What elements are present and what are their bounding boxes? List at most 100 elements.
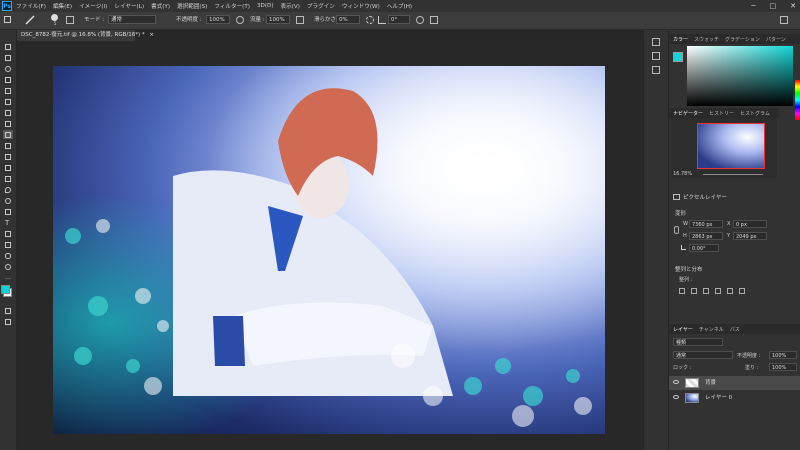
foreground-color-swatch[interactable] <box>1 285 10 294</box>
layer-kind-filter[interactable]: 種類 <box>673 338 723 346</box>
menu-edit[interactable]: 編集(E) <box>53 2 72 10</box>
fill-field[interactable]: 100% <box>769 363 797 371</box>
crop-tool-icon[interactable] <box>3 86 13 95</box>
tab-history[interactable]: ヒストリー <box>709 110 734 117</box>
zoom-tool-icon[interactable] <box>3 262 13 271</box>
layer-visibility-eye-icon[interactable] <box>673 380 679 384</box>
layer-visibility-eye-icon[interactable] <box>673 395 679 399</box>
adjustments-panel-icon[interactable] <box>652 66 660 74</box>
align-top-icon[interactable] <box>715 288 721 294</box>
menu-plugins[interactable]: プラグイン <box>307 2 335 10</box>
document-tab-close-icon[interactable]: × <box>149 32 154 38</box>
history-brush-tool-icon[interactable] <box>3 152 13 161</box>
pen-tool-icon[interactable] <box>3 207 13 216</box>
navigator-zoom-slider[interactable] <box>703 174 763 175</box>
pressure-size-icon[interactable] <box>416 16 424 24</box>
eyedropper-tool-icon[interactable] <box>3 108 13 117</box>
hand-tool-icon[interactable] <box>3 251 13 260</box>
x-field[interactable]: 0 px <box>733 220 767 228</box>
tab-histogram[interactable]: ヒストグラム <box>740 110 770 117</box>
brush-tool-preset-icon[interactable] <box>24 15 36 25</box>
lasso-tool-icon[interactable] <box>3 64 13 73</box>
tab-patterns[interactable]: パターン <box>766 36 786 43</box>
more-tools-icon[interactable]: … <box>3 273 13 282</box>
align-right-icon[interactable] <box>703 288 709 294</box>
brush-settings-icon[interactable] <box>66 16 74 24</box>
quick-select-tool-icon[interactable] <box>3 75 13 84</box>
navigator-zoom-value[interactable]: 16.78% <box>673 171 692 177</box>
layer-opacity-field[interactable]: 100% <box>769 351 797 359</box>
layer-name[interactable]: レイヤー 0 <box>705 391 732 405</box>
layer-blend-mode-select[interactable]: 通常 <box>673 351 733 359</box>
type-tool-icon[interactable]: T <box>3 218 13 227</box>
menu-view[interactable]: 表示(V) <box>281 2 300 10</box>
layer-name[interactable]: 背景 <box>705 376 716 390</box>
smoothing-gear-icon[interactable] <box>366 16 374 24</box>
mode-select[interactable]: 通常 <box>108 15 156 24</box>
align-left-icon[interactable] <box>679 288 685 294</box>
quick-mask-icon[interactable] <box>3 306 13 315</box>
clone-stamp-tool-icon[interactable] <box>3 141 13 150</box>
tab-layers[interactable]: レイヤー <box>673 326 693 333</box>
align-center-icon[interactable] <box>691 288 697 294</box>
marquee-tool-icon[interactable] <box>3 53 13 62</box>
minimize-button[interactable]: ─ <box>751 2 755 10</box>
angle-field[interactable]: 0.00° <box>689 244 719 252</box>
tab-color[interactable]: カラー <box>673 36 688 43</box>
foreground-color-chip[interactable] <box>673 52 683 62</box>
brush-size-picker[interactable]: 5 <box>48 14 62 27</box>
gradient-tool-icon[interactable] <box>3 174 13 183</box>
tab-channels[interactable]: チャンネル <box>699 326 724 333</box>
hue-strip[interactable] <box>795 80 800 120</box>
pressure-opacity-icon[interactable] <box>236 16 244 24</box>
menu-filter[interactable]: フィルター(T) <box>214 2 250 10</box>
maximize-button[interactable]: □ <box>770 2 777 10</box>
height-field[interactable]: 2863 px <box>689 232 723 240</box>
home-icon[interactable] <box>4 16 11 23</box>
document-tab[interactable]: DSC_8782-復元.tif @ 16.8% (背景, RGB/16*) * … <box>17 30 154 41</box>
menu-layer[interactable]: レイヤー(L) <box>114 2 144 10</box>
healing-brush-tool-icon[interactable] <box>3 119 13 128</box>
align-bottom-icon[interactable] <box>739 288 745 294</box>
airbrush-icon[interactable] <box>296 16 304 24</box>
link-dimensions-icon[interactable] <box>674 226 679 234</box>
menu-image[interactable]: イメージ(I) <box>79 2 107 10</box>
document-canvas-image[interactable] <box>53 66 605 434</box>
brushes-panel-icon[interactable] <box>652 52 660 60</box>
path-selection-tool-icon[interactable] <box>3 229 13 238</box>
brush-settings-panel-icon[interactable] <box>652 38 660 46</box>
move-tool-icon[interactable] <box>3 42 13 51</box>
screen-mode-icon[interactable] <box>3 317 13 326</box>
smoothing-field[interactable]: 0% <box>336 15 360 24</box>
brush-tool-icon[interactable] <box>3 130 13 139</box>
dodge-tool-icon[interactable] <box>3 196 13 205</box>
menu-3d[interactable]: 3D(D) <box>257 3 274 9</box>
menu-file[interactable]: ファイル(F) <box>16 2 46 10</box>
layer-thumbnail <box>685 393 699 403</box>
menu-type[interactable]: 書式(Y) <box>151 2 170 10</box>
tab-gradients[interactable]: グラデーション <box>725 36 760 43</box>
color-picker-field[interactable] <box>687 46 793 106</box>
angle-field[interactable]: 0° <box>388 15 410 24</box>
symmetry-icon[interactable] <box>430 16 438 24</box>
blur-tool-icon[interactable] <box>3 185 13 194</box>
menu-help[interactable]: ヘルプ(H) <box>387 2 412 10</box>
eraser-tool-icon[interactable] <box>3 163 13 172</box>
rectangle-tool-icon[interactable] <box>3 240 13 249</box>
close-button[interactable]: ✕ <box>790 2 796 10</box>
menu-select[interactable]: 選択範囲(S) <box>177 2 207 10</box>
tab-swatches[interactable]: スウォッチ <box>694 36 719 43</box>
tab-navigator[interactable]: ナビゲーター <box>673 110 703 117</box>
layer-row-background[interactable]: 背景 <box>669 376 800 390</box>
share-icon[interactable] <box>780 16 788 24</box>
width-field[interactable]: 7360 px <box>689 220 723 228</box>
menu-window[interactable]: ウィンドウ(W) <box>342 2 380 10</box>
flow-field[interactable]: 100% <box>266 15 290 24</box>
align-middle-icon[interactable] <box>727 288 733 294</box>
y-field[interactable]: 2049 px <box>733 232 767 240</box>
navigator-thumbnail[interactable] <box>697 123 765 169</box>
tab-paths[interactable]: パス <box>730 326 740 333</box>
opacity-field[interactable]: 100% <box>206 15 230 24</box>
frame-tool-icon[interactable] <box>3 97 13 106</box>
layer-row-layer-0[interactable]: レイヤー 0 <box>669 391 800 405</box>
